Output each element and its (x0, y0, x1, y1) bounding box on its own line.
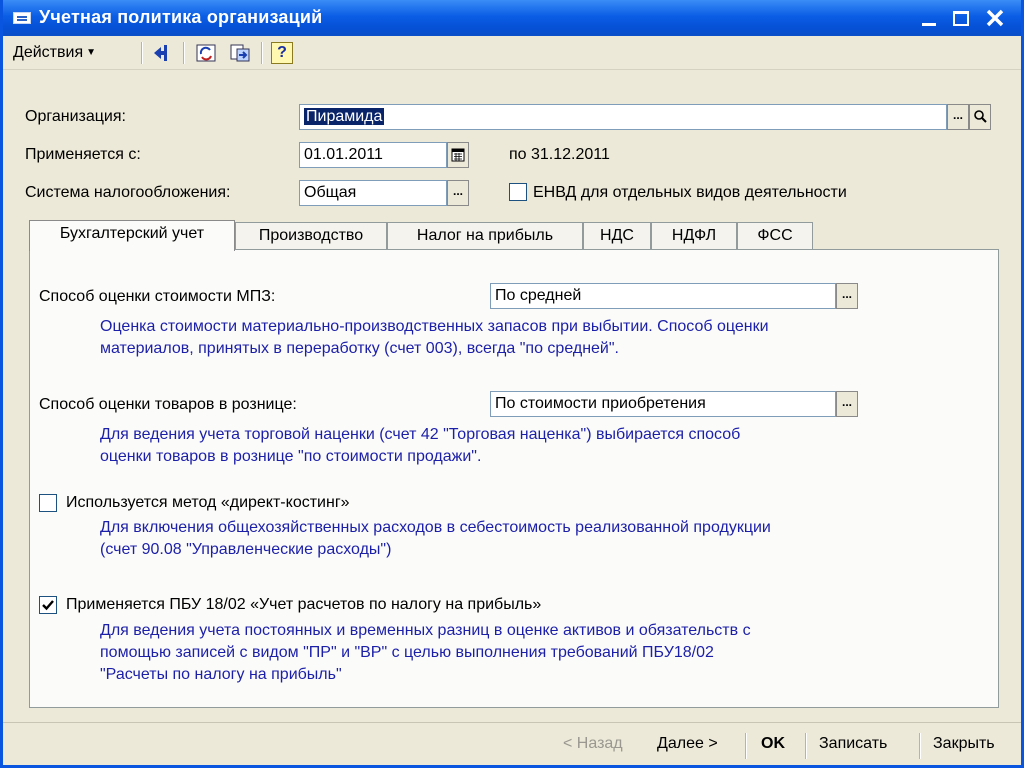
toolbar: Действия ▼ ? (3, 36, 1021, 70)
organization-label: Организация: (25, 108, 126, 125)
footer-separator (919, 733, 920, 759)
pbu-18-02-label: Применяется ПБУ 18/02 «Учет расчетов по … (66, 596, 542, 613)
magnifier-icon (974, 110, 987, 123)
close-button[interactable]: Закрыть (933, 735, 995, 753)
toolbar-separator (261, 42, 262, 64)
nav-back-button[interactable] (151, 42, 173, 64)
dialog-window: Учетная политика организаций Действия▼ (0, 0, 1024, 768)
title-bar[interactable]: Учетная политика организаций (3, 0, 1021, 36)
maximize-button[interactable] (947, 4, 975, 32)
tax-system-field[interactable]: Общая (299, 180, 447, 206)
calendar-button[interactable] (447, 142, 469, 168)
accounting-tab-panel: Способ оценки стоимости МПЗ: По средней … (29, 249, 999, 708)
retail-method-field[interactable]: По стоимости приобретения (490, 391, 836, 417)
ok-button[interactable]: OK (761, 735, 785, 753)
pbu-hint-line1: Для ведения учета постоянных и временных… (100, 622, 751, 639)
actions-menu-button[interactable]: Действия ▼ (13, 44, 96, 62)
close-icon (986, 9, 1004, 27)
save-button[interactable]: Записать (819, 735, 887, 753)
organization-value: Пирамида (304, 108, 385, 125)
tax-system-select-button[interactable]: ... (447, 180, 469, 206)
refresh-button[interactable] (195, 42, 217, 64)
minimize-button[interactable] (915, 4, 943, 32)
retail-hint-line1: Для ведения учета торговой наценки (счет… (100, 426, 741, 443)
dialog-footer: < Назад Далее > OK Записать Закрыть (3, 722, 1021, 768)
envd-checkbox[interactable] (509, 183, 527, 201)
direct-costing-hint-line1: Для включения общехозяйственных расходов… (100, 519, 771, 536)
maximize-icon (953, 11, 969, 26)
retail-method-label: Способ оценки товаров в рознице: (39, 396, 297, 413)
tab-income-tax[interactable]: Налог на прибыль (387, 222, 583, 250)
list-window-icon (13, 12, 31, 24)
organization-open-button[interactable] (969, 104, 991, 130)
footer-separator (805, 733, 806, 759)
tab-accounting[interactable]: Бухгалтерский учет (29, 220, 235, 251)
footer-separator (745, 733, 746, 759)
organization-field[interactable]: Пирамида (299, 104, 947, 130)
toolbar-separator (141, 42, 142, 64)
mpz-method-label: Способ оценки стоимости МПЗ: (39, 288, 276, 305)
mpz-hint-line1: Оценка стоимости материально-производств… (100, 318, 769, 335)
tab-production[interactable]: Производство (235, 222, 387, 250)
tab-ndfl[interactable]: НДФЛ (651, 222, 737, 250)
chevron-down-icon: ▼ (86, 47, 97, 58)
arrow-left-icon (154, 45, 167, 61)
calendar-icon (451, 148, 465, 162)
mpz-method-field[interactable]: По средней (490, 283, 836, 309)
refresh-icon (196, 44, 216, 62)
pbu-18-02-checkbox[interactable] (39, 596, 57, 614)
help-icon: ? (277, 44, 287, 61)
help-button[interactable]: ? (271, 42, 293, 64)
organization-select-button[interactable]: ... (947, 104, 969, 130)
checkmark-icon (42, 600, 54, 611)
actions-menu-label: Действия (13, 44, 84, 61)
back-button[interactable]: < Назад (563, 735, 623, 753)
pbu-hint-line2: помощью записей с видом "ПР" и "ВР" с це… (100, 644, 714, 661)
applies-from-label: Применяется с: (25, 146, 141, 163)
next-button[interactable]: Далее > (657, 735, 718, 753)
minimize-icon (922, 23, 936, 26)
tab-fss[interactable]: ФСС (737, 222, 813, 250)
goto-icon (230, 44, 250, 62)
tab-vat[interactable]: НДС (583, 222, 651, 250)
pbu-hint-line3: "Расчеты по налогу на прибыль" (100, 666, 342, 683)
envd-label: ЕНВД для отдельных видов деятельности (533, 184, 847, 201)
window-title: Учетная политика организаций (39, 7, 323, 27)
mpz-method-select-button[interactable]: ... (836, 283, 858, 309)
direct-costing-checkbox[interactable] (39, 494, 57, 512)
close-window-button[interactable] (981, 4, 1009, 32)
goto-button[interactable] (229, 42, 251, 64)
retail-method-select-button[interactable]: ... (836, 391, 858, 417)
applies-from-date-field[interactable]: 01.01.2011 (299, 142, 447, 168)
period-end-text: по 31.12.2011 (509, 146, 610, 163)
retail-hint-line2: оценки товаров в рознице "по стоимости п… (100, 448, 482, 465)
toolbar-separator (183, 42, 184, 64)
direct-costing-hint-line2: (счет 90.08 "Управленческие расходы") (100, 541, 392, 558)
direct-costing-label: Используется метод «директ-костинг» (66, 494, 350, 511)
mpz-hint-line2: материалов, принятых в переработку (счет… (100, 340, 619, 357)
tax-system-label: Система налогообложения: (25, 184, 231, 201)
